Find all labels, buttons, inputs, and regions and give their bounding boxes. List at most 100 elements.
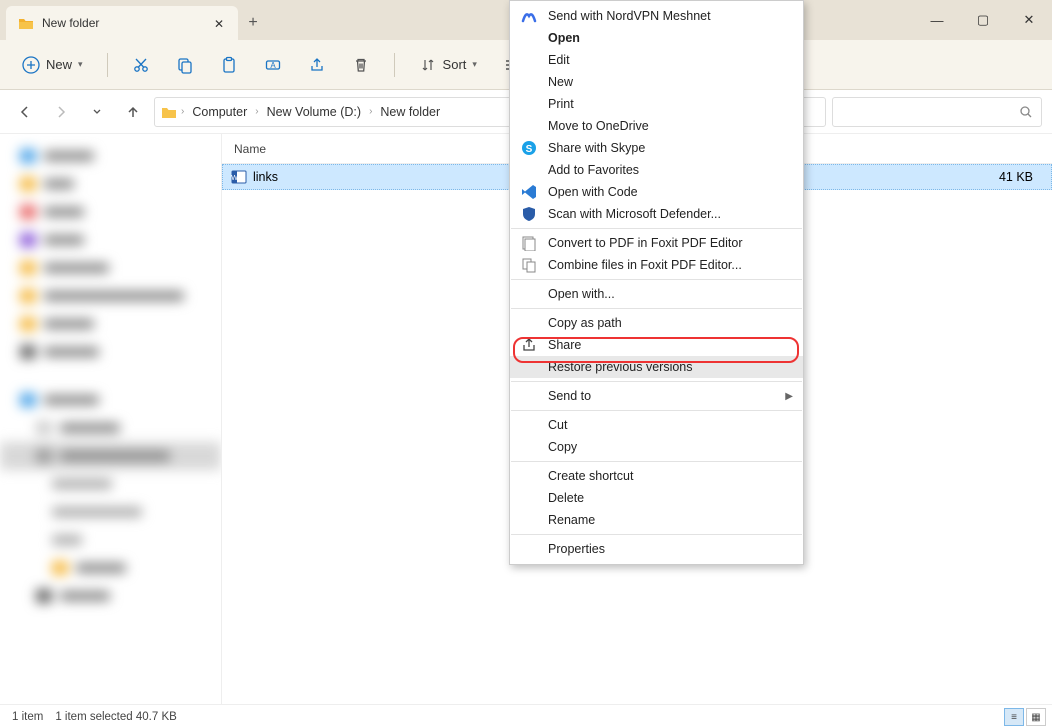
menu-item[interactable]: Open with Code <box>510 181 803 203</box>
crumb-computer[interactable]: Computer <box>188 103 251 121</box>
menu-item[interactable]: Send to ▶ <box>510 385 803 407</box>
menu-item-label: Restore previous versions <box>548 360 693 374</box>
minimize-button[interactable]: — <box>914 0 960 40</box>
defender-icon <box>520 205 538 223</box>
menu-item-label: Delete <box>548 491 584 505</box>
scissors-icon <box>132 56 150 74</box>
recent-button[interactable] <box>82 97 112 127</box>
menu-item-label: Cut <box>548 418 567 432</box>
sort-icon <box>419 56 437 74</box>
menu-separator <box>511 308 802 309</box>
statusbar: 1 item 1 item selected 40.7 KB ≡ ▦ <box>0 704 1052 728</box>
separator <box>394 53 395 77</box>
rename-button[interactable]: A <box>256 50 290 80</box>
back-button[interactable] <box>10 97 40 127</box>
menu-item[interactable]: Restore previous versions <box>510 356 803 378</box>
folder-icon <box>161 105 177 119</box>
tab-active[interactable]: New folder ✕ <box>6 6 238 40</box>
chevron-right-icon: › <box>181 106 184 117</box>
menu-item[interactable]: Share <box>510 334 803 356</box>
menu-item[interactable]: Send with NordVPN Meshnet <box>510 5 803 27</box>
menu-item-label: Properties <box>548 542 605 556</box>
sidebar-tree-blurred <box>0 134 221 704</box>
copy-button[interactable] <box>168 50 202 80</box>
up-button[interactable] <box>118 97 148 127</box>
item-count: 1 item <box>12 711 43 723</box>
menu-item[interactable]: New <box>510 71 803 93</box>
forward-button[interactable] <box>46 97 76 127</box>
sort-button[interactable]: Sort ▾ <box>411 50 485 80</box>
tab-close-button[interactable]: ✕ <box>214 17 226 29</box>
menu-item-label: Share <box>548 338 581 352</box>
menu-item[interactable]: Rename <box>510 509 803 531</box>
search-input[interactable] <box>832 97 1042 127</box>
clipboard-icon <box>220 56 238 74</box>
selection-status: 1 item selected 40.7 KB <box>55 711 176 723</box>
menu-item[interactable]: Move to OneDrive <box>510 115 803 137</box>
crumb-volume[interactable]: New Volume (D:) <box>263 103 365 121</box>
menu-item[interactable]: Add to Favorites <box>510 159 803 181</box>
word-doc-icon: W <box>231 169 247 185</box>
svg-text:S: S <box>526 144 533 155</box>
tab-title: New folder <box>42 16 206 30</box>
copy-icon <box>176 56 194 74</box>
menu-item[interactable]: Copy <box>510 436 803 458</box>
menu-item[interactable]: Cut <box>510 414 803 436</box>
close-window-button[interactable]: ✕ <box>1006 0 1052 40</box>
menu-item[interactable]: Scan with Microsoft Defender... <box>510 203 803 225</box>
menu-item[interactable]: Convert to PDF in Foxit PDF Editor <box>510 232 803 254</box>
menu-item-label: Copy <box>548 440 577 454</box>
nord-icon <box>520 7 538 25</box>
icons-view-button[interactable]: ▦ <box>1026 708 1046 726</box>
menu-item-label: Send to <box>548 389 591 403</box>
menu-item[interactable]: SShare with Skype <box>510 137 803 159</box>
view-switcher: ≡ ▦ <box>1004 708 1046 726</box>
maximize-button[interactable]: ▢ <box>960 0 1006 40</box>
paste-button[interactable] <box>212 50 246 80</box>
chevron-down-icon: ▾ <box>472 59 477 70</box>
vscode-icon <box>520 183 538 201</box>
svg-text:W: W <box>231 175 238 182</box>
menu-item-label: Open with... <box>548 287 615 301</box>
menu-item[interactable]: Delete <box>510 487 803 509</box>
crumb-folder[interactable]: New folder <box>376 103 444 121</box>
share-button[interactable] <box>300 50 334 80</box>
menu-item[interactable]: Open <box>510 27 803 49</box>
menu-item[interactable]: Open with... <box>510 283 803 305</box>
folder-icon <box>18 16 34 30</box>
new-tab-button[interactable]: + <box>238 6 268 40</box>
new-button[interactable]: New ▾ <box>14 50 91 80</box>
cut-button[interactable] <box>124 50 158 80</box>
menu-item-label: Rename <box>548 513 595 527</box>
menu-item-label: Open <box>548 31 580 45</box>
menu-separator <box>511 461 802 462</box>
menu-item-label: Move to OneDrive <box>548 119 649 133</box>
menu-item-label: New <box>548 75 573 89</box>
menu-item[interactable]: Combine files in Foxit PDF Editor... <box>510 254 803 276</box>
menu-item-label: Add to Favorites <box>548 163 639 177</box>
chevron-right-icon: › <box>255 106 258 117</box>
menu-item-label: Edit <box>548 53 570 67</box>
menu-item[interactable]: Print <box>510 93 803 115</box>
column-name[interactable]: Name <box>234 142 484 156</box>
foxit1-icon <box>520 234 538 252</box>
chevron-right-icon: › <box>369 106 372 117</box>
menu-item[interactable]: Copy as path <box>510 312 803 334</box>
sort-button-label: Sort <box>443 57 467 72</box>
details-view-button[interactable]: ≡ <box>1004 708 1024 726</box>
chevron-right-icon: ▶ <box>785 391 793 402</box>
menu-item[interactable]: Properties <box>510 538 803 560</box>
file-name: links <box>253 170 278 184</box>
sidebar[interactable] <box>0 134 222 704</box>
skype-icon: S <box>520 139 538 157</box>
delete-button[interactable] <box>344 50 378 80</box>
menu-item[interactable]: Edit <box>510 49 803 71</box>
context-menu: Send with NordVPN Meshnet Open Edit New Prin… <box>509 0 804 565</box>
menu-separator <box>511 279 802 280</box>
chevron-down-icon: ▾ <box>78 59 83 70</box>
menu-separator <box>511 410 802 411</box>
plus-circle-icon <box>22 56 40 74</box>
menu-item[interactable]: Create shortcut <box>510 465 803 487</box>
menu-separator <box>511 534 802 535</box>
window-controls: — ▢ ✕ <box>914 0 1052 40</box>
